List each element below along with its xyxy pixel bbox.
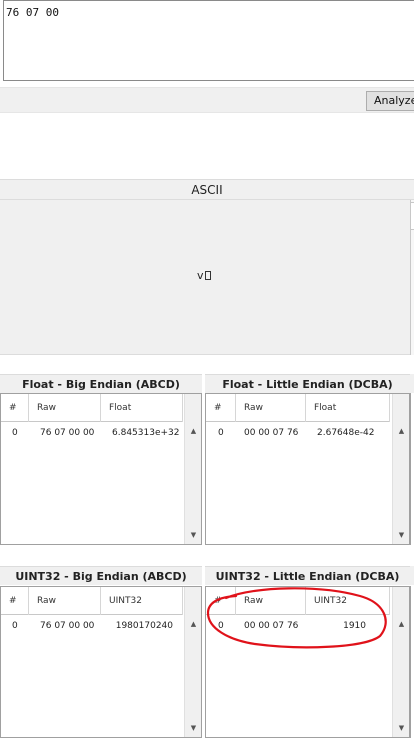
annotation-overlay [206, 587, 387, 649]
red-circle-annotation [206, 587, 387, 649]
